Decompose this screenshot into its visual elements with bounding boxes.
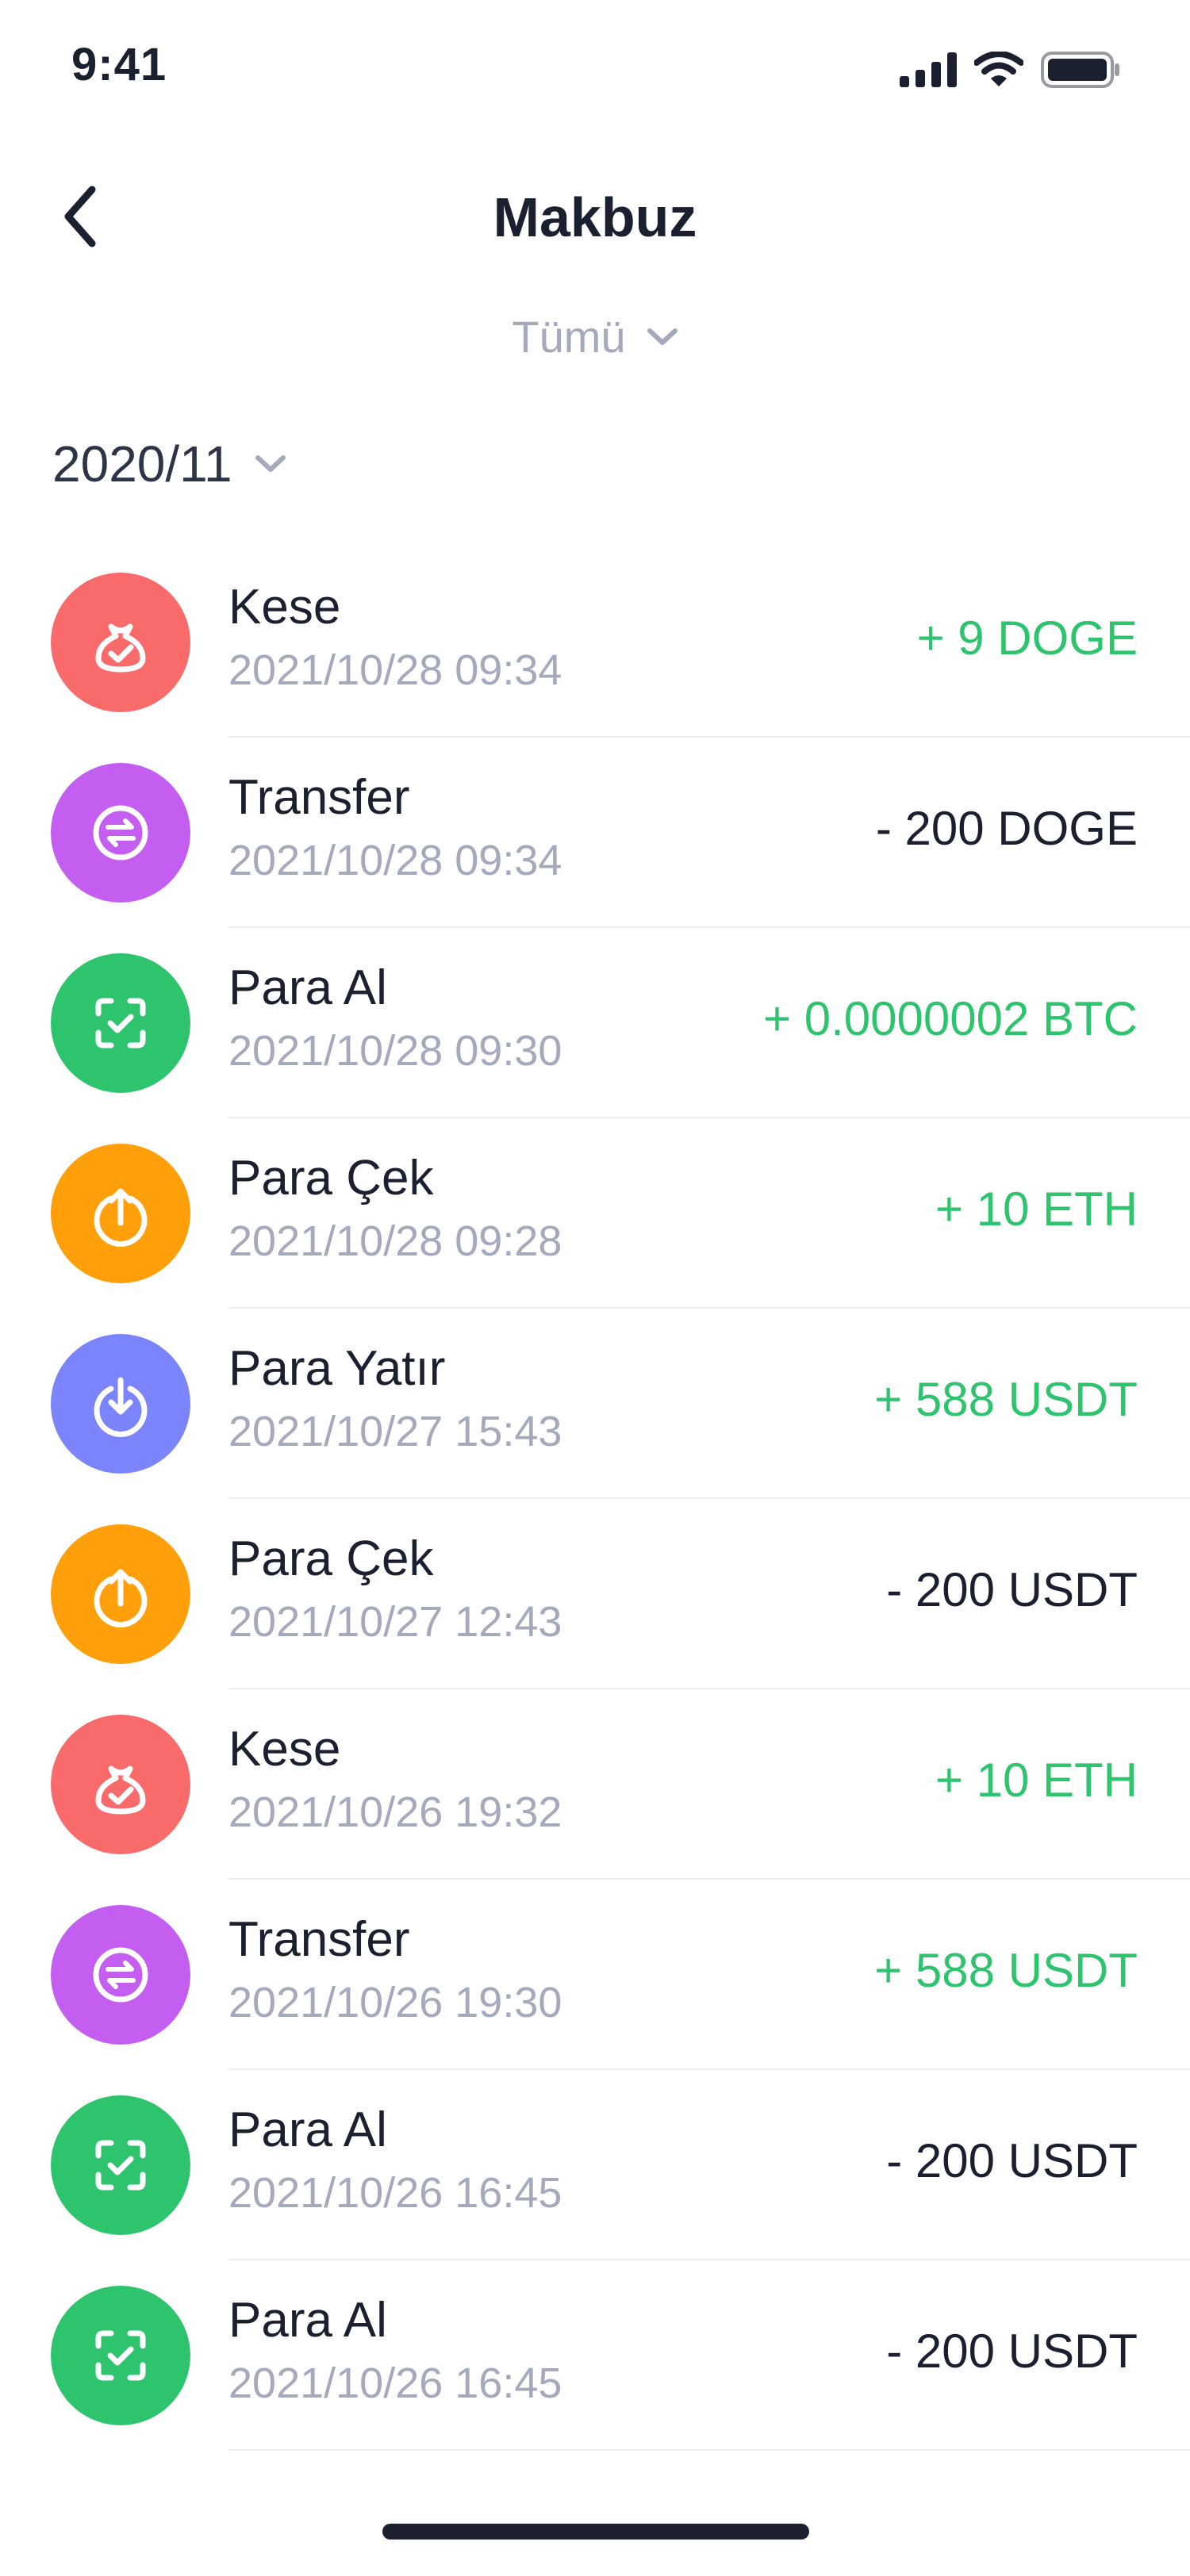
transaction-row[interactable]: Para Yatır 2021/10/27 15:43 + 588 USDT: [0, 1309, 1190, 1499]
transaction-date: 2021/10/26 19:32: [228, 1788, 562, 1836]
transaction-amount: + 0.0000002 BTC: [762, 992, 1138, 1045]
chevron-down-icon: [255, 455, 286, 472]
status-bar: 9:41: [0, 0, 1190, 143]
transaction-title: Para Al: [228, 960, 387, 1015]
arrow-up-circle-icon: [51, 1524, 190, 1664]
status-time: 9:41: [71, 39, 167, 90]
transaction-row[interactable]: Transfer 2021/10/26 19:30 + 588 USDT: [0, 1880, 1190, 2070]
scan-check-icon: [51, 2286, 190, 2425]
pouch-check-icon: [51, 1715, 190, 1854]
transaction-title: Para Al: [228, 2293, 387, 2348]
transaction-title: Para Yatır: [228, 1341, 446, 1396]
transaction-amount: + 588 USDT: [874, 1373, 1138, 1426]
transaction-date: 2021/10/28 09:34: [228, 646, 562, 694]
scan-check-icon: [51, 2095, 190, 2235]
battery-icon: [1041, 52, 1119, 88]
filter-dropdown[interactable]: Tümü: [0, 311, 1190, 362]
page-title: Makbuz: [493, 186, 697, 248]
transaction-row[interactable]: Kese 2021/10/26 19:32 + 10 ETH: [0, 1689, 1190, 1880]
transaction-amount: + 10 ETH: [935, 1183, 1138, 1236]
transaction-amount: + 588 USDT: [874, 1944, 1138, 1997]
row-divider: [228, 2449, 1190, 2451]
arrow-up-circle-icon: [51, 1144, 190, 1283]
transaction-title: Transfer: [228, 1912, 410, 1967]
month-label: 2020/11: [52, 435, 232, 493]
transaction-date: 2021/10/26 16:45: [228, 2359, 562, 2407]
home-indicator: [382, 2524, 809, 2540]
month-selector[interactable]: 2020/11: [52, 435, 286, 493]
transaction-date: 2021/10/27 15:43: [228, 1408, 562, 1455]
transaction-row[interactable]: Para Al 2021/10/28 09:30 + 0.0000002 BTC: [0, 928, 1190, 1118]
transaction-date: 2021/10/26 16:45: [228, 2169, 562, 2217]
transaction-row[interactable]: Para Çek 2021/10/27 12:43 - 200 USDT: [0, 1499, 1190, 1689]
transaction-title: Para Çek: [228, 1151, 434, 1206]
pouch-check-icon: [51, 573, 190, 712]
wifi-icon: [974, 52, 1023, 86]
status-icons: [900, 46, 1120, 94]
transaction-title: Kese: [228, 1722, 341, 1777]
transaction-row[interactable]: Kese 2021/10/28 09:34 + 9 DOGE: [0, 547, 1190, 738]
arrow-down-circle-icon: [51, 1334, 190, 1474]
transaction-date: 2021/10/26 19:30: [228, 1979, 562, 2026]
transaction-row[interactable]: Para Al 2021/10/26 16:45 - 200 USDT: [0, 2260, 1190, 2451]
transaction-amount: - 200 USDT: [886, 1563, 1138, 1616]
transaction-amount: + 10 ETH: [935, 1754, 1138, 1807]
swap-arrows-icon: [51, 1905, 190, 2045]
transaction-list: Kese 2021/10/28 09:34 + 9 DOGE Transfer 2021…: [0, 547, 1190, 2451]
filter-label: Tümü: [512, 312, 626, 362]
transaction-title: Para Çek: [228, 1531, 434, 1586]
transaction-title: Transfer: [228, 770, 410, 825]
transaction-amount: - 200 USDT: [886, 2134, 1138, 2187]
transaction-title: Para Al: [228, 2103, 387, 2157]
transaction-date: 2021/10/28 09:34: [228, 837, 562, 884]
transaction-date: 2021/10/27 12:43: [228, 1598, 562, 1646]
transaction-date: 2021/10/28 09:30: [228, 1027, 562, 1075]
transaction-date: 2021/10/28 09:28: [228, 1217, 562, 1265]
swap-arrows-icon: [51, 763, 190, 903]
transaction-row[interactable]: Para Al 2021/10/26 16:45 - 200 USDT: [0, 2070, 1190, 2260]
transaction-row[interactable]: Para Çek 2021/10/28 09:28 + 10 ETH: [0, 1118, 1190, 1309]
nav-bar: Makbuz: [0, 159, 1190, 270]
transaction-amount: + 9 DOGE: [916, 611, 1138, 665]
transaction-amount: - 200 DOGE: [875, 802, 1138, 855]
transaction-row[interactable]: Transfer 2021/10/28 09:34 - 200 DOGE: [0, 738, 1190, 928]
signal-icon: [900, 52, 957, 87]
transaction-amount: - 200 USDT: [886, 2325, 1138, 2378]
scan-check-icon: [51, 953, 190, 1093]
chevron-down-icon: [647, 328, 678, 345]
transaction-title: Kese: [228, 580, 341, 634]
